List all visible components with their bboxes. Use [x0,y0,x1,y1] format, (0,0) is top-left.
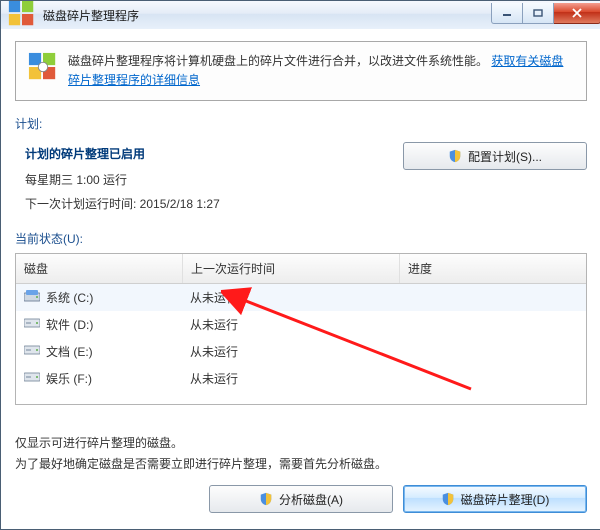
schedule-next-run: 下一次计划运行时间: 2015/2/18 1:27 [25,192,393,216]
cell-progress [398,314,586,335]
table-header: 磁盘 上一次运行时间 进度 [16,254,586,284]
cell-last-run: 从未运行 [182,314,398,335]
drive-icon [24,290,40,305]
cell-disk: 系统 (C:) [16,287,182,308]
schedule-enabled-title: 计划的碎片整理已启用 [25,142,393,166]
drive-icon [24,371,40,386]
analyze-disk-label: 分析磁盘(A) [279,491,343,508]
cell-disk: 文档 (E:) [16,341,182,362]
window-body: 磁盘碎片整理程序将计算机硬盘上的碎片文件进行合并，以改进文件系统性能。 获取有关… [1,29,600,529]
col-progress[interactable]: 进度 [400,254,586,283]
table-row[interactable]: 娱乐 (F:) 从未运行 [16,365,586,392]
cell-last-run: 从未运行 [182,341,398,362]
info-banner: 磁盘碎片整理程序将计算机硬盘上的碎片文件进行合并，以改进文件系统性能。 获取有关… [15,41,587,101]
table-row[interactable]: 文档 (E:) 从未运行 [16,338,586,365]
shield-icon [441,492,455,506]
window-title: 磁盘碎片整理程序 [43,7,139,24]
cell-last-run: 从未运行 [182,368,398,389]
defrag-large-icon [28,52,58,82]
app-icon [7,0,37,32]
footer-line-2: 为了最好地确定磁盘是否需要立即进行碎片整理，需要首先分析磁盘。 [15,454,587,474]
configure-schedule-button[interactable]: 配置计划(S)... [403,142,587,170]
defrag-disk-label: 磁盘碎片整理(D) [461,491,550,508]
window: 磁盘碎片整理程序 磁盘碎片整理程序将计算机硬盘上的碎片文件进行合并，以改进文件系… [0,0,600,530]
cell-last-run: 从未运行 [182,287,398,308]
info-message: 磁盘碎片整理程序将计算机硬盘上的碎片文件进行合并，以改进文件系统性能。 [68,54,488,68]
titlebar: 磁盘碎片整理程序 [1,1,600,30]
defrag-disk-button[interactable]: 磁盘碎片整理(D) [403,485,587,513]
cell-disk: 娱乐 (F:) [16,368,182,389]
disk-name: 软件 (D:) [46,316,93,333]
cell-progress [398,341,586,362]
drive-icon [24,344,40,359]
table-row[interactable]: 系统 (C:) 从未运行 [16,284,586,311]
maximize-button[interactable] [523,3,554,24]
col-disk[interactable]: 磁盘 [16,254,183,283]
disk-table: 磁盘 上一次运行时间 进度 系统 (C:)从未运行软件 (D:)从未运行文档 (… [15,253,587,405]
schedule-row: 计划的碎片整理已启用 每星期三 1:00 运行 下一次计划运行时间: 2015/… [15,138,587,216]
footer-line-1: 仅显示可进行碎片整理的磁盘。 [15,433,587,453]
drive-icon [24,317,40,332]
disk-name: 娱乐 (F:) [46,370,92,387]
status-section-label: 当前状态(U): [15,230,587,247]
minimize-button[interactable] [491,3,523,24]
window-controls [491,7,600,24]
disk-name: 系统 (C:) [46,289,93,306]
cell-progress [398,368,586,389]
col-last-run[interactable]: 上一次运行时间 [183,254,400,283]
footer-note: 仅显示可进行碎片整理的磁盘。 为了最好地确定磁盘是否需要立即进行碎片整理，需要首… [15,433,587,474]
table-body: 系统 (C:)从未运行软件 (D:)从未运行文档 (E:)从未运行娱乐 (F:)… [16,284,586,404]
info-text: 磁盘碎片整理程序将计算机硬盘上的碎片文件进行合并，以改进文件系统性能。 获取有关… [68,52,574,90]
disk-name: 文档 (E:) [46,343,93,360]
schedule-recurrence: 每星期三 1:00 运行 [25,168,393,192]
schedule-section-label: 计划: [15,115,587,132]
close-button[interactable] [554,3,600,24]
configure-schedule-label: 配置计划(S)... [468,148,542,165]
shield-icon [448,149,462,163]
shield-icon [259,492,273,506]
cell-disk: 软件 (D:) [16,314,182,335]
table-row[interactable]: 软件 (D:) 从未运行 [16,311,586,338]
schedule-info: 计划的碎片整理已启用 每星期三 1:00 运行 下一次计划运行时间: 2015/… [15,138,393,216]
analyze-disk-button[interactable]: 分析磁盘(A) [209,485,393,513]
cell-progress [398,287,586,308]
button-bar: 分析磁盘(A) 磁盘碎片整理(D) [209,485,587,513]
